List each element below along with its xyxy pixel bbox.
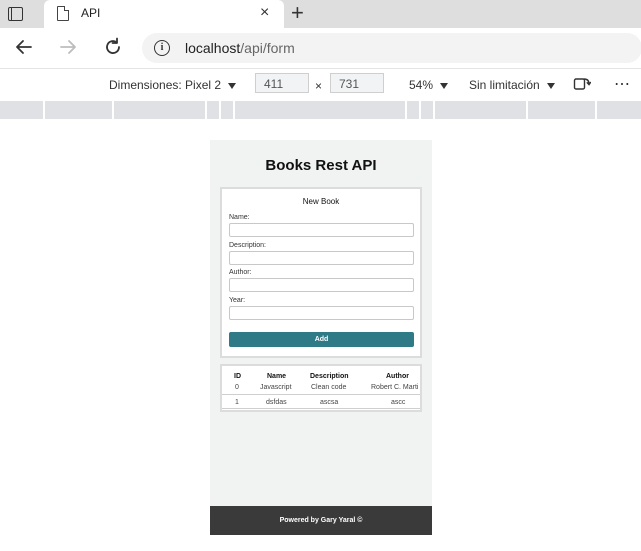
- form-title: New Book: [302, 197, 340, 206]
- dimensions-label: Dimensiones: Pixel 2: [109, 78, 222, 92]
- zoom-label: 54%: [409, 78, 434, 92]
- dimensions-select[interactable]: Dimensiones: Pixel 2: [109, 78, 237, 92]
- ruler-tick: [405, 101, 407, 119]
- year-label: Year:: [229, 297, 246, 304]
- year-input[interactable]: [229, 306, 414, 320]
- table-header-name: Name: [267, 373, 287, 380]
- caret-down-icon: [546, 82, 555, 89]
- ruler-tick: [595, 101, 597, 119]
- close-icon[interactable]: ×: [260, 5, 269, 21]
- tab-title: API: [81, 6, 101, 20]
- height-input[interactable]: 731: [330, 73, 384, 93]
- name-label: Name:: [229, 214, 250, 221]
- ruler-tick: [433, 101, 435, 119]
- ruler-tick: [112, 101, 114, 119]
- table-cell: ascc: [391, 399, 406, 406]
- forward-arrow-icon[interactable]: [57, 36, 79, 58]
- tab-strip: API × +: [0, 0, 641, 28]
- rotate-icon[interactable]: [573, 76, 591, 92]
- media-query-ruler: [0, 101, 641, 119]
- ruler-tick: [233, 101, 235, 119]
- page-title: Books Rest API: [265, 157, 377, 174]
- device-viewport: Books Rest API New Book Name: Descriptio…: [210, 140, 432, 535]
- table-cell: ascsa: [320, 399, 339, 406]
- description-label: Description:: [229, 242, 266, 249]
- new-tab-icon[interactable]: +: [291, 2, 304, 24]
- add-button[interactable]: Add: [229, 332, 414, 347]
- ruler-tick: [419, 101, 421, 119]
- ruler-tick: [526, 101, 528, 119]
- url-path: /api/form: [240, 40, 295, 56]
- table-cell: dsfdas: [266, 399, 287, 406]
- browser-tab[interactable]: API ×: [44, 0, 284, 28]
- tab-actions-icon[interactable]: [6, 5, 24, 23]
- throttle-select[interactable]: Sin limitación: [469, 78, 555, 92]
- device-toolbar: Dimensiones: Pixel 2 411 × 731 54% Sin l…: [0, 69, 641, 101]
- page-icon: [57, 6, 69, 21]
- back-arrow-icon[interactable]: [13, 36, 35, 58]
- row-divider: [222, 394, 420, 395]
- throttle-label: Sin limitación: [469, 78, 540, 92]
- table-header-description: Description: [310, 373, 349, 380]
- author-label: Author:: [229, 269, 252, 276]
- caret-down-icon: [228, 82, 237, 89]
- zoom-select[interactable]: 54%: [409, 78, 449, 92]
- caret-down-icon: [440, 82, 449, 89]
- table-cell: 1: [235, 399, 239, 406]
- books-table: ID Name Description Author 0 Javascript …: [220, 364, 422, 412]
- name-input[interactable]: [229, 223, 414, 237]
- ruler-tick: [205, 101, 207, 119]
- navigation-bar: i localhost/api/form: [0, 28, 641, 69]
- url-host: localhost: [185, 40, 241, 56]
- url-text[interactable]: localhost/api/form: [185, 40, 295, 56]
- table-header-id: ID: [234, 373, 241, 380]
- info-icon[interactable]: i: [154, 40, 170, 56]
- table-cell: 0: [235, 384, 239, 391]
- refresh-icon[interactable]: [102, 36, 124, 58]
- table-cell: Javascript: [260, 384, 292, 391]
- table-cell: Clean code: [311, 384, 347, 391]
- table-cell: Robert C. Marti: [371, 384, 419, 391]
- description-input[interactable]: [229, 251, 414, 265]
- ruler-tick: [43, 101, 45, 119]
- page-footer: Powered by Gary Yaral ©: [210, 506, 432, 535]
- author-input[interactable]: [229, 278, 414, 292]
- more-icon[interactable]: ⋯: [614, 74, 631, 94]
- new-book-form: New Book Name: Description: Author: Year…: [220, 187, 422, 358]
- width-input[interactable]: 411: [255, 73, 309, 93]
- address-bar[interactable]: i localhost/api/form: [142, 33, 641, 63]
- times-symbol: ×: [315, 79, 323, 93]
- table-header-author: Author: [386, 373, 409, 380]
- ruler-tick: [219, 101, 221, 119]
- row-divider: [222, 408, 420, 409]
